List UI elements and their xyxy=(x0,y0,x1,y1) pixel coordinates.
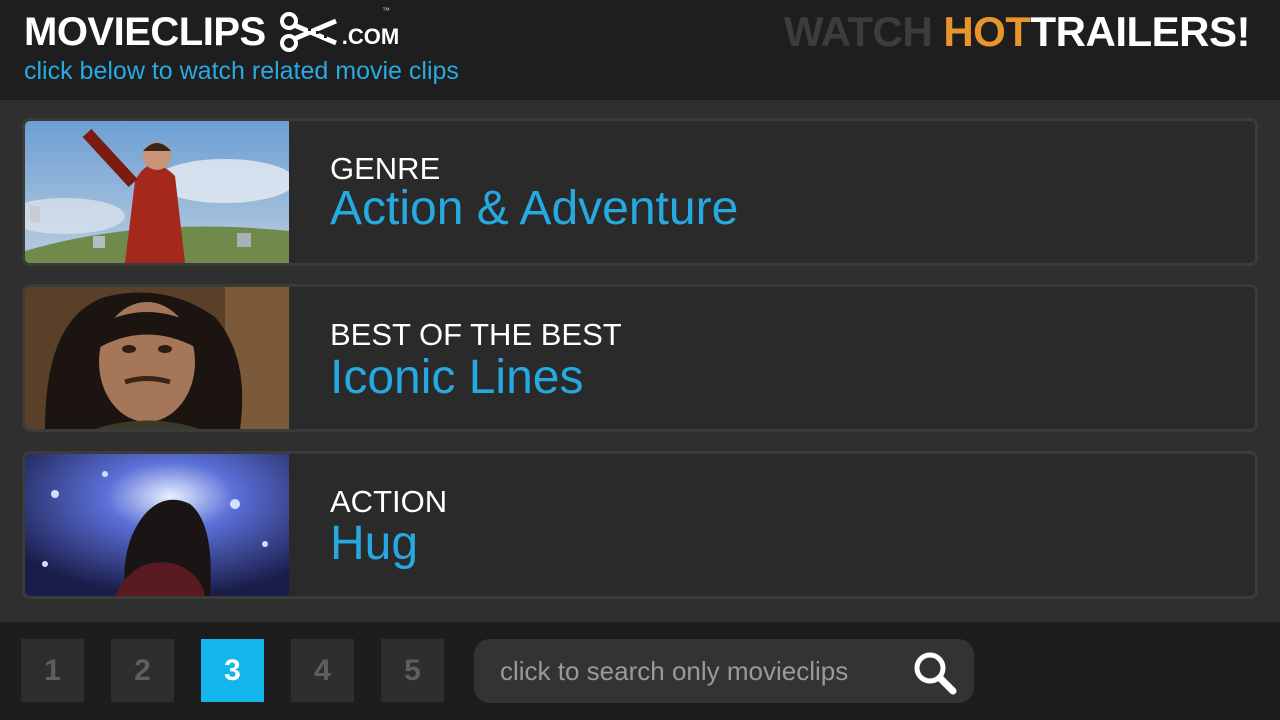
search-placeholder: click to search only movieclips xyxy=(500,656,849,686)
page-5-button[interactable]: 5 xyxy=(381,639,444,702)
card-title: Hug xyxy=(330,517,419,570)
promo-hot: HOT xyxy=(943,8,1031,55)
logo-text: MOVIECLIPS xyxy=(24,10,266,54)
clip-card-action-adventure[interactable]: GENRE Action & Adventure xyxy=(22,118,1258,266)
clip-card-hug[interactable]: ACTION Hug xyxy=(22,451,1258,599)
thumbnail-image xyxy=(25,121,289,263)
clip-card-iconic-lines[interactable]: BEST OF THE BEST Iconic Lines xyxy=(22,284,1258,432)
search-icon[interactable] xyxy=(910,648,958,696)
promo-watch: WATCH xyxy=(783,8,944,55)
trademark-mark: ™ xyxy=(382,6,390,15)
logo-domain: .COM xyxy=(341,24,400,49)
page-1-button[interactable]: 1 xyxy=(21,639,84,702)
watch-hot-trailers-link[interactable]: WATCH HOTTRAILERS! xyxy=(783,8,1251,56)
tagline: click below to watch related movie clips xyxy=(24,57,459,85)
page-4-button[interactable]: 4 xyxy=(291,639,354,702)
thumbnail-image xyxy=(25,454,289,596)
page-3-button[interactable]: 3 xyxy=(201,639,264,702)
promo-trailers: TRAILERS! xyxy=(1030,8,1251,55)
page-2-button[interactable]: 2 xyxy=(111,639,174,702)
clip-list: GENRE Action & Adventure BEST OF THE BES… xyxy=(0,100,1280,622)
card-title: Action & Adventure xyxy=(330,182,739,235)
card-title: Iconic Lines xyxy=(330,351,584,404)
thumbnail-image xyxy=(25,287,289,429)
search-input[interactable]: click to search only movieclips xyxy=(474,639,974,703)
footer-bar: 1 2 3 4 5 click to search only movieclip… xyxy=(0,622,1280,720)
scissors-icon xyxy=(279,12,338,52)
card-category: ACTION xyxy=(330,484,448,519)
movieclips-logo[interactable]: MOVIECLIPS .COM xyxy=(24,8,399,58)
card-category: BEST OF THE BEST xyxy=(330,317,622,352)
header: MOVIECLIPS .COM ™ click below to watch r… xyxy=(0,0,1280,100)
